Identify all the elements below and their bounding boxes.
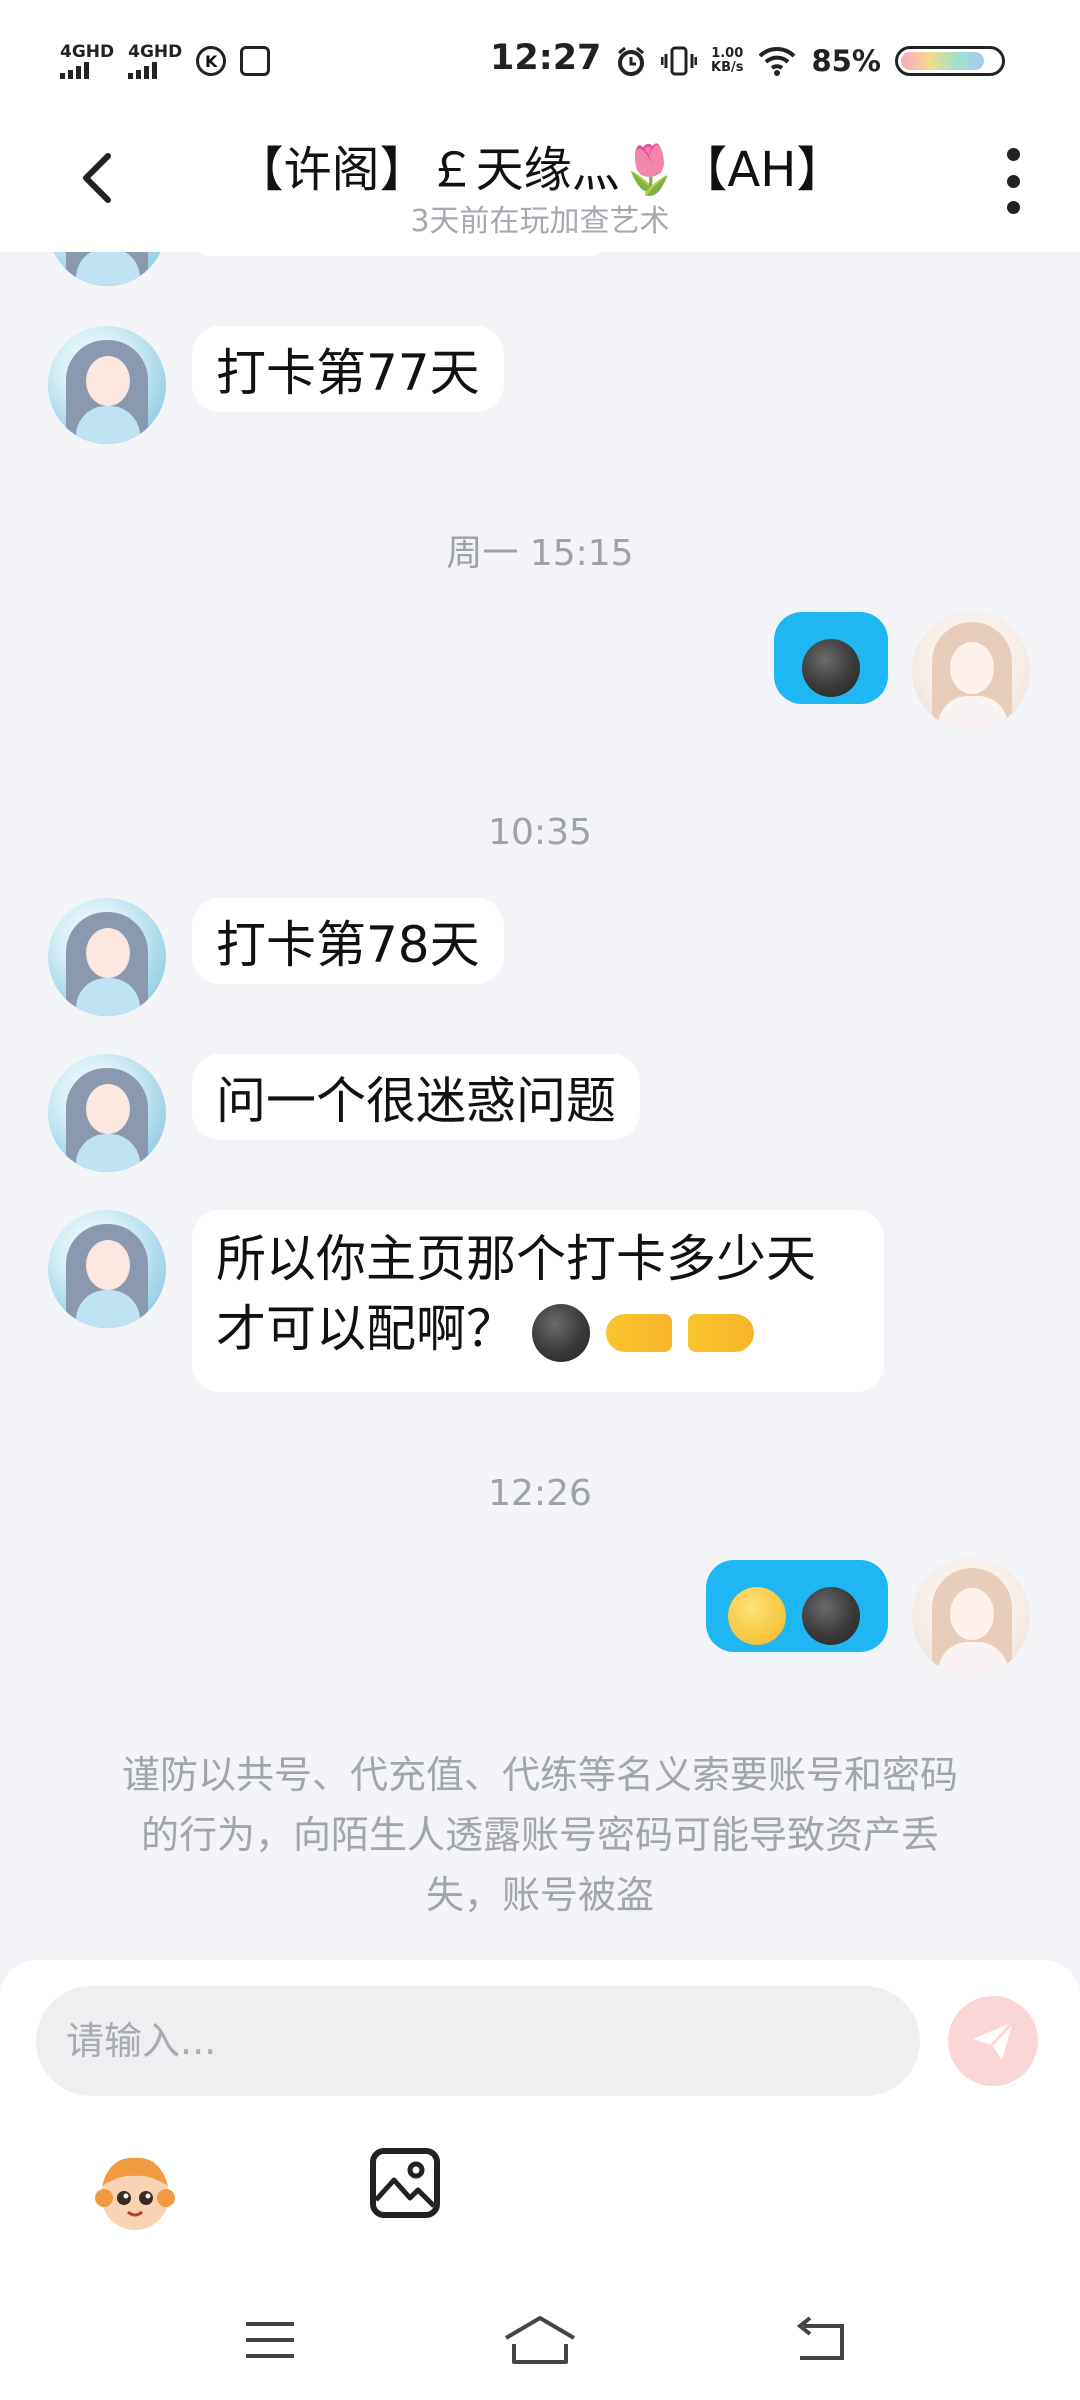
pointing-right-emoji: [605, 1313, 672, 1352]
contact-avatar[interactable]: [48, 898, 166, 1016]
message-text-line: 所以你主页那个打卡多少天: [216, 1230, 816, 1288]
send-button[interactable]: [948, 1996, 1038, 2086]
my-avatar[interactable]: [912, 612, 1030, 730]
message-text: 打卡第77天: [216, 344, 480, 402]
wink-dark-emoji: [531, 1303, 590, 1362]
emoji-sticker-icon[interactable]: [90, 2146, 180, 2236]
wink-dark-emoji: [801, 1586, 860, 1645]
chat-title[interactable]: 【许阁】￡天缘灬🌷【AH】: [180, 130, 900, 200]
message-timestamp: 12:26: [488, 1473, 592, 1514]
back-arrow-icon[interactable]: [68, 148, 128, 208]
safety-notice-line: 失，账号被盗: [425, 1873, 654, 1917]
system-nav-bar: [0, 2280, 1080, 2400]
clock: 12:27: [490, 38, 602, 78]
message-input[interactable]: [36, 1986, 920, 2096]
chat-subtitle: 3天前在玩加查艺术: [410, 204, 670, 239]
message-bubble[interactable]: 问一个很迷惑问题: [192, 1054, 640, 1140]
chat-header: 【许阁】￡天缘灬🌷【AH】 3天前在玩加查艺术: [0, 120, 1080, 252]
message-text-line-with-emoji: 才可以配啊？: [216, 1294, 860, 1364]
signal-bars-icon: [60, 61, 89, 79]
contact-avatar[interactable]: [48, 326, 166, 444]
vibrate-icon: [661, 46, 697, 76]
thinking-emoji: [728, 1586, 786, 1645]
net-speed: 1.00 KB/s: [711, 47, 743, 75]
net-speed-unit: KB/s: [711, 60, 744, 75]
home-icon[interactable]: [500, 2310, 580, 2370]
pointing-left-emoji: [687, 1313, 754, 1352]
status-left-icons: 4GHD 4GHD K: [60, 40, 271, 82]
signal-bars-icon: [128, 61, 158, 79]
my-avatar[interactable]: [912, 1558, 1030, 1676]
message-text-line: 才可以配啊？: [216, 1300, 516, 1358]
battery-percent: 85%: [811, 44, 881, 78]
menu-icon[interactable]: [240, 2310, 300, 2370]
send-icon: [973, 2020, 1015, 2060]
message-text: 打卡第78天: [216, 916, 480, 974]
signal-1: 4GHD: [60, 41, 115, 79]
network-type-label: 4GHD: [128, 41, 183, 62]
game-app-icon: [240, 46, 271, 76]
safety-notice: 谨防以共号、代充值、代练等名义索要账号和密码 的行为，向陌生人透露账号密码可能导…: [90, 1745, 990, 1925]
status-right-icons: 1.00 KB/s 85%: [615, 36, 1005, 86]
network-type-label: 4GHD: [60, 41, 115, 62]
message-bubble-self[interactable]: [706, 1560, 888, 1652]
message-bubble[interactable]: 打卡第78天: [192, 898, 504, 984]
wink-dark-emoji: [802, 638, 860, 697]
k-app-icon: K: [196, 46, 227, 76]
message-text: 问一个很迷惑问题: [216, 1072, 616, 1130]
back-icon[interactable]: [790, 2310, 850, 2370]
message-timestamp: 周一 15:15: [446, 533, 634, 574]
wifi-icon: [759, 46, 796, 76]
net-speed-value: 1.00: [711, 46, 744, 61]
battery-level: [900, 52, 985, 70]
image-picker-icon[interactable]: [370, 2148, 440, 2218]
battery-icon: [894, 46, 1005, 76]
message-bubble-self[interactable]: [774, 612, 888, 704]
signal-2: 4GHD: [128, 41, 183, 79]
status-bar: 4GHD 4GHD K 12:27 1.00 KB/s 85%: [0, 0, 1080, 120]
message-timestamp: 10:35: [488, 812, 592, 853]
message-bubble[interactable]: 所以你主页那个打卡多少天 才可以配啊？: [192, 1210, 884, 1392]
contact-avatar[interactable]: [48, 1210, 166, 1328]
safety-notice-line: 的行为，向陌生人透露账号密码可能导致资产丢: [140, 1813, 939, 1857]
alarm-icon: [618, 46, 644, 76]
clipped-message-bubble: [190, 236, 610, 256]
safety-notice-line: 谨防以共号、代充值、代练等名义索要账号和密码: [121, 1753, 958, 1797]
message-bubble[interactable]: 打卡第77天: [192, 326, 504, 412]
more-options-icon[interactable]: [998, 148, 1028, 214]
contact-avatar[interactable]: [48, 1054, 166, 1172]
